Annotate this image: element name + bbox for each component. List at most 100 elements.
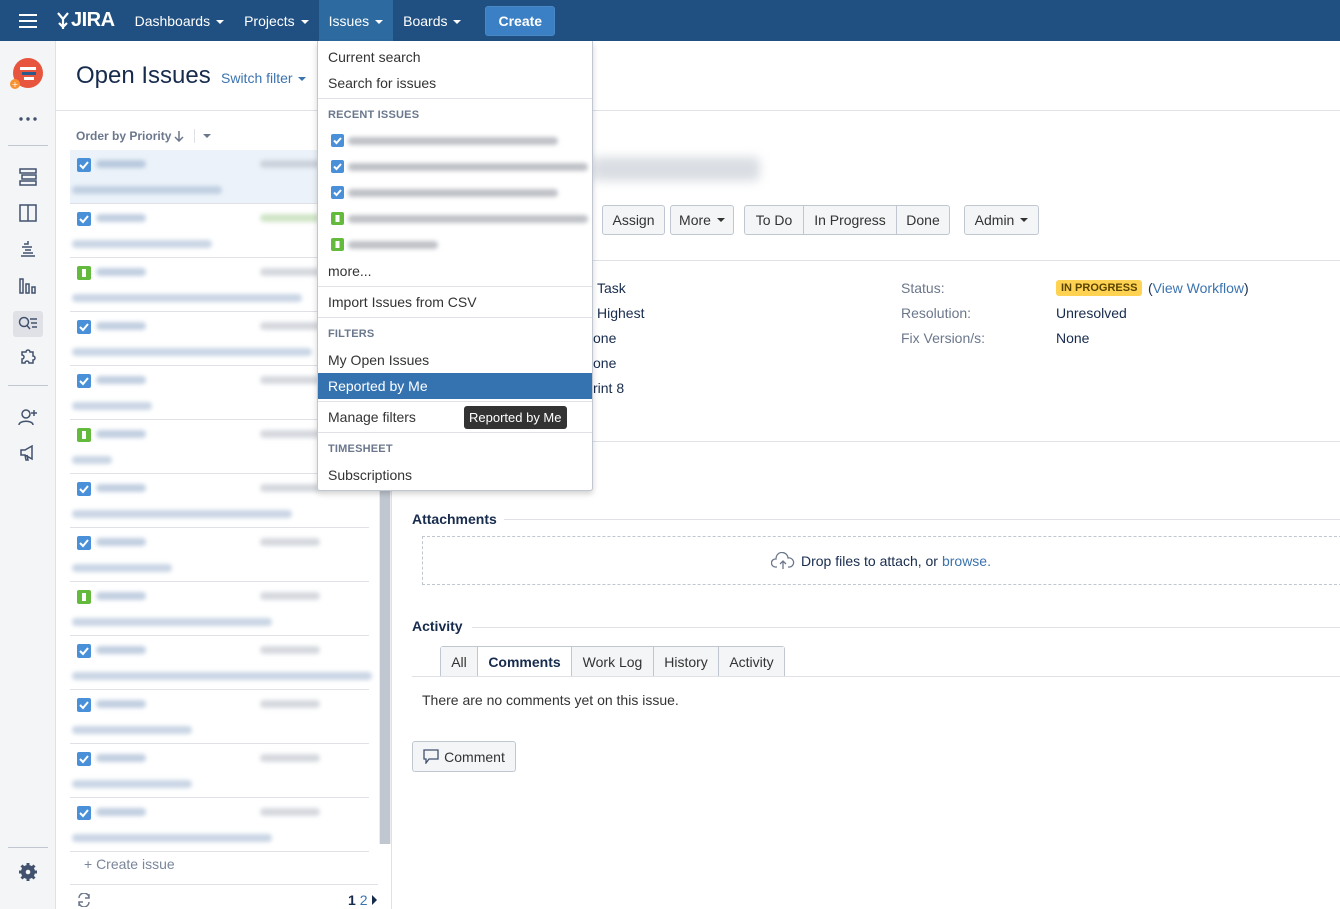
add-people-icon[interactable] xyxy=(18,407,38,427)
list-footer-divider xyxy=(70,884,378,885)
jira-logo[interactable]: JIRA xyxy=(56,9,115,32)
issue-key-redacted xyxy=(96,322,146,330)
attachment-drop-zone[interactable]: Drop files to attach, or browse. xyxy=(422,536,1340,585)
page-next-link[interactable]: 2 xyxy=(360,892,368,908)
menu-my-open-issues[interactable]: My Open Issues xyxy=(318,347,592,373)
task-type-icon xyxy=(331,160,344,173)
in-progress-button[interactable]: In Progress xyxy=(804,206,897,234)
comment-button[interactable]: Comment xyxy=(412,741,516,772)
jira-logo-text: JIRA xyxy=(71,9,115,31)
sidebar-divider xyxy=(8,385,48,386)
assign-button[interactable]: Assign xyxy=(602,205,665,235)
task-type-icon xyxy=(77,374,91,388)
recent-issues-heading: RECENT ISSUES xyxy=(328,109,420,121)
issue-list-row[interactable] xyxy=(70,636,372,690)
header-divider xyxy=(56,110,1340,111)
browse-link[interactable]: browse. xyxy=(942,553,991,569)
view-workflow: (View Workflow) xyxy=(1148,280,1249,296)
create-button[interactable]: Create xyxy=(485,5,556,36)
svg-text:+: + xyxy=(12,80,19,89)
reports-icon[interactable] xyxy=(18,275,38,295)
issue-summary-redacted xyxy=(72,402,152,410)
recent-issue-item[interactable] xyxy=(328,237,592,253)
recent-issue-item[interactable] xyxy=(328,133,592,149)
recent-issue-item[interactable] xyxy=(328,185,592,201)
issue-key-redacted xyxy=(96,754,146,762)
to-do-button[interactable]: To Do xyxy=(745,206,804,234)
field-priority-value: Highest xyxy=(597,305,645,321)
next-page-icon[interactable] xyxy=(371,895,377,905)
menu-current-search[interactable]: Current search xyxy=(318,44,592,70)
task-type-icon xyxy=(77,752,91,766)
recent-issue-item[interactable] xyxy=(328,211,592,227)
settings-icon[interactable] xyxy=(18,862,38,882)
filters-heading: FILTERS xyxy=(328,328,375,340)
nav-issues[interactable]: Issues xyxy=(318,0,394,41)
issue-list-row[interactable] xyxy=(70,528,369,582)
description-divider xyxy=(592,441,1340,442)
menu-divider xyxy=(318,286,592,287)
field-sprint-value[interactable]: rint 8 xyxy=(593,380,624,396)
task-type-icon xyxy=(77,536,91,550)
project-sidebar: + xyxy=(0,41,56,909)
refresh-icon[interactable] xyxy=(77,892,91,909)
issue-meta-redacted xyxy=(260,268,320,276)
issue-summary-redacted xyxy=(72,240,212,248)
tab-all[interactable]: All xyxy=(441,647,478,677)
story-type-icon xyxy=(77,266,91,280)
issue-list-row[interactable] xyxy=(70,582,369,636)
story-type-icon xyxy=(77,590,91,604)
issue-list-row[interactable] xyxy=(70,798,369,852)
recent-issue-redacted xyxy=(348,215,588,223)
issues-icon[interactable] xyxy=(13,311,43,337)
nav-projects[interactable]: Projects xyxy=(234,0,319,41)
recent-issue-redacted xyxy=(348,137,558,145)
task-type-icon xyxy=(331,134,344,147)
issue-summary-redacted xyxy=(72,780,192,788)
task-type-icon xyxy=(77,482,91,496)
add-ons-icon[interactable] xyxy=(18,347,38,367)
task-type-icon xyxy=(77,320,91,334)
issue-list-row[interactable] xyxy=(70,744,369,798)
nav-dashboards-label: Dashboards xyxy=(134,12,211,29)
issue-summary-redacted xyxy=(72,564,172,572)
issue-key-redacted xyxy=(96,430,146,438)
board-icon[interactable] xyxy=(18,203,38,223)
releases-icon[interactable] xyxy=(18,239,38,259)
tab-history[interactable]: History xyxy=(654,647,719,677)
attachments-divider xyxy=(504,519,1340,520)
done-button[interactable]: Done xyxy=(897,206,949,234)
chevron-down-icon[interactable] xyxy=(203,134,212,138)
chevron-down-icon xyxy=(375,19,384,24)
timesheet-heading: TIMESHEET xyxy=(328,443,393,455)
menu-search-for-issues[interactable]: Search for issues xyxy=(318,70,592,96)
recent-issue-item[interactable] xyxy=(328,159,592,175)
menu-reported-by-me[interactable]: Reported by Me xyxy=(318,373,592,399)
order-by-control[interactable]: Order by Priority xyxy=(76,129,212,143)
tab-work-log[interactable]: Work Log xyxy=(572,647,654,677)
admin-button[interactable]: Admin xyxy=(964,205,1039,235)
create-issue-link[interactable]: + Create issue xyxy=(84,856,175,872)
menu-more-recent[interactable]: more... xyxy=(318,258,592,284)
feedback-icon[interactable] xyxy=(18,443,38,463)
story-type-icon xyxy=(331,212,344,225)
nav-dashboards[interactable]: Dashboards xyxy=(125,0,235,41)
menu-subscriptions[interactable]: Subscriptions xyxy=(318,462,592,488)
issue-list-row[interactable] xyxy=(70,690,369,744)
more-icon[interactable] xyxy=(18,109,38,129)
tab-comments[interactable]: Comments xyxy=(478,647,572,677)
app-switcher-icon[interactable] xyxy=(0,0,56,41)
task-type-icon xyxy=(77,212,91,226)
status-badge: IN PROGRESS xyxy=(1056,280,1143,296)
tab-activity[interactable]: Activity xyxy=(719,647,784,677)
view-workflow-link[interactable]: View Workflow xyxy=(1153,280,1244,296)
menu-import-csv[interactable]: Import Issues from CSV xyxy=(318,289,592,315)
project-avatar[interactable]: + xyxy=(10,57,44,91)
pagination: 1 2 xyxy=(348,892,377,908)
backlog-icon[interactable] xyxy=(18,167,38,187)
more-button[interactable]: More xyxy=(670,205,734,235)
nav-boards[interactable]: Boards xyxy=(393,0,471,41)
switch-filter-link[interactable]: Switch filter xyxy=(221,70,306,86)
activity-tabs: All Comments Work Log History Activity xyxy=(440,646,785,677)
switch-filter-label: Switch filter xyxy=(221,70,293,86)
